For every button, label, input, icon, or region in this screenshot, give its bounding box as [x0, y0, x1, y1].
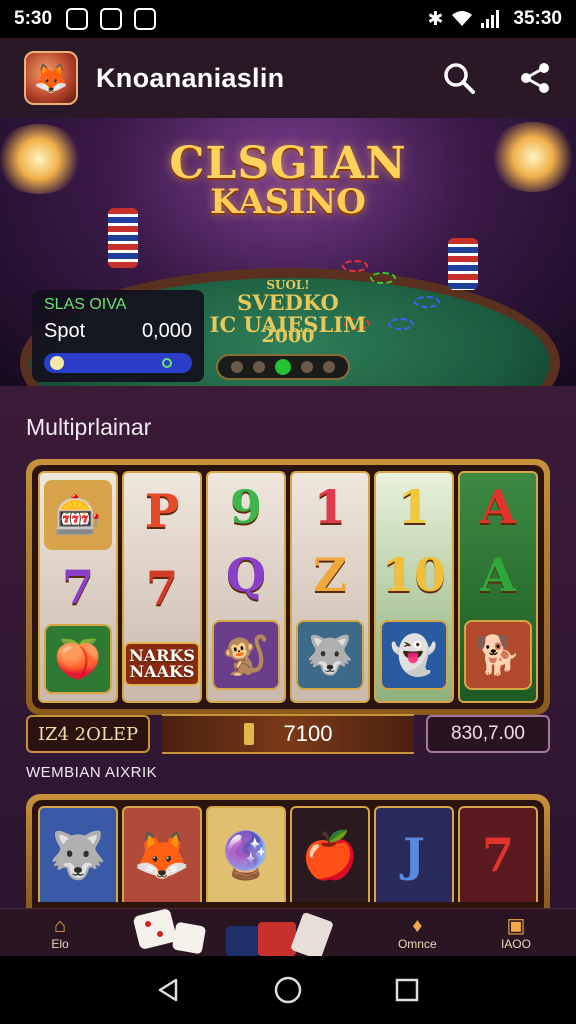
hero-title-line2: KASINO — [210, 182, 366, 222]
pager-dot[interactable] — [253, 361, 265, 373]
reel-symbol: 🐺 — [38, 806, 118, 902]
status-dot-icon — [162, 358, 172, 368]
profile-icon: ▣ — [506, 914, 526, 937]
search-icon — [444, 63, 475, 94]
reel-symbol: 🐕 — [464, 620, 532, 690]
section-title-2: WEMBIAN AIXRIK — [26, 764, 158, 781]
reel-symbol: 🐒 — [212, 620, 280, 690]
nav-label: Omnce — [397, 936, 437, 951]
reel-symbol: P — [144, 484, 180, 539]
promo-label: Spot — [44, 320, 86, 342]
reel-symbol: J — [374, 806, 454, 902]
share-button[interactable] — [518, 61, 552, 95]
reel-symbol: Q — [225, 548, 267, 602]
reel-6: A A 🐕 — [458, 471, 538, 703]
promo-toggle[interactable] — [44, 353, 192, 373]
gallery-notification-icon — [66, 8, 89, 30]
bonus-icon: ♦ — [412, 914, 423, 937]
reel-symbol: 7 — [61, 560, 94, 614]
reel-symbol: A — [480, 480, 516, 534]
credit-value: 7100 — [283, 721, 333, 746]
section-title: Multiprlainar — [26, 414, 152, 440]
wifi-icon — [452, 11, 473, 26]
system-nav-bar — [0, 956, 576, 1024]
reel-4: 1 Z 🐺 — [290, 471, 370, 703]
nav-item-home[interactable]: ⌂ Elo — [30, 915, 90, 951]
reel-symbol: 👻 — [380, 620, 448, 690]
reel-5: 1 10 👻 — [374, 471, 454, 703]
reel-symbol: A — [480, 548, 516, 602]
nav-item-profile[interactable]: ▣ IAOO — [486, 915, 546, 951]
slot-reels-2: 🐺 🦊 🔮 🍎 J 7 — [32, 800, 544, 908]
image-notification-icon — [100, 8, 123, 30]
reel-symbol: 🎰 — [44, 480, 112, 550]
status-indicators: ✱ 35:30 — [427, 8, 562, 31]
slot-reels: 🎰 7 🍑 P 7 NARKS NAAKS 9 Q 🐒 1 Z 🐺 1 10 👻… — [32, 465, 544, 709]
search-button[interactable] — [442, 61, 476, 95]
reel-symbol: 🔮 — [206, 806, 286, 902]
reel-symbol: 9 — [229, 480, 262, 534]
app-actions — [442, 61, 552, 95]
pager-dot[interactable] — [323, 361, 335, 373]
credit-display: 7100 — [162, 714, 414, 754]
app-title: Knoananiaslin — [96, 62, 285, 93]
bottom-nav: ⌂ Elo ♦ Omnce ▣ IAOO — [0, 908, 576, 956]
bet-label: IZ4 2OLEP — [26, 715, 150, 753]
reel-3: 9 Q 🐒 — [206, 471, 286, 703]
promo-row: Spot 0,000 — [44, 320, 192, 343]
reel-symbol: 🐺 — [296, 620, 364, 690]
share-icon — [521, 63, 549, 93]
chip — [342, 260, 368, 272]
carousel-pager — [216, 354, 350, 380]
back-button[interactable] — [149, 970, 189, 1010]
home-button[interactable] — [268, 970, 308, 1010]
slot-machine-card-2[interactable]: 🐺 🦊 🔮 🍎 J 7 — [26, 794, 550, 908]
reel-symbol: 10 — [381, 548, 446, 602]
recents-button[interactable] — [387, 970, 427, 1010]
reel-symbol: 🍎 — [290, 806, 370, 902]
status-time-right: 35:30 — [513, 8, 562, 29]
slot-machine-card[interactable]: 🎰 7 🍑 P 7 NARKS NAAKS 9 Q 🐒 1 Z 🐺 1 10 👻… — [26, 459, 550, 715]
reel-symbol: 🦊 — [122, 806, 202, 902]
reel-symbol: NARKS NAAKS — [124, 641, 200, 686]
bluetooth-icon: ✱ — [427, 8, 444, 30]
promo-card[interactable]: SLAS OIVA Spot 0,000 — [32, 290, 204, 382]
app-logo: 🦊 — [24, 51, 78, 105]
reel-symbol: 7 — [145, 560, 178, 615]
status-time-left: 5:30 — [14, 8, 53, 29]
reel-symbol: Z — [313, 548, 347, 602]
promo-value: 0,000 — [141, 320, 192, 342]
reel-symbol: 1 — [397, 480, 430, 534]
home-circle-icon — [274, 976, 302, 1004]
reel-symbol: 7 — [458, 806, 538, 902]
win-amount-button[interactable]: 830,7.00 — [426, 715, 550, 753]
nav-label: Elo — [51, 936, 69, 951]
promo-name: SLAS OIVA — [44, 296, 127, 313]
toggle-knob — [50, 356, 64, 370]
coin-icon — [243, 723, 254, 745]
main-content: Multiprlainar 🎰 7 🍑 P 7 NARKS NAAKS 9 Q … — [0, 386, 576, 908]
status-bar: 5:30 ✱ 35:30 — [0, 0, 576, 38]
nav-item-bonus[interactable]: ♦ Omnce — [387, 915, 447, 951]
app-bar: 🦊 Knoananiaslin — [0, 38, 576, 118]
app-notification-icon — [134, 8, 157, 30]
reel-1: 🎰 7 🍑 — [38, 471, 118, 703]
pager-dot[interactable] — [231, 361, 243, 373]
slot-control-bar: IZ4 2OLEP 7100 830,7.00 — [26, 711, 550, 757]
back-icon — [159, 978, 178, 1002]
home-icon: ⌂ — [53, 914, 67, 937]
pager-dot[interactable] — [301, 361, 313, 373]
reel-symbol: 1 — [313, 480, 346, 534]
recents-icon — [395, 978, 418, 1002]
nav-label: IAOO — [500, 936, 531, 951]
pager-dot-active[interactable] — [275, 359, 291, 375]
reel-symbol: 🍑 — [44, 624, 112, 694]
reel-2: P 7 NARKS NAAKS — [122, 471, 202, 703]
signal-icon — [481, 10, 500, 28]
